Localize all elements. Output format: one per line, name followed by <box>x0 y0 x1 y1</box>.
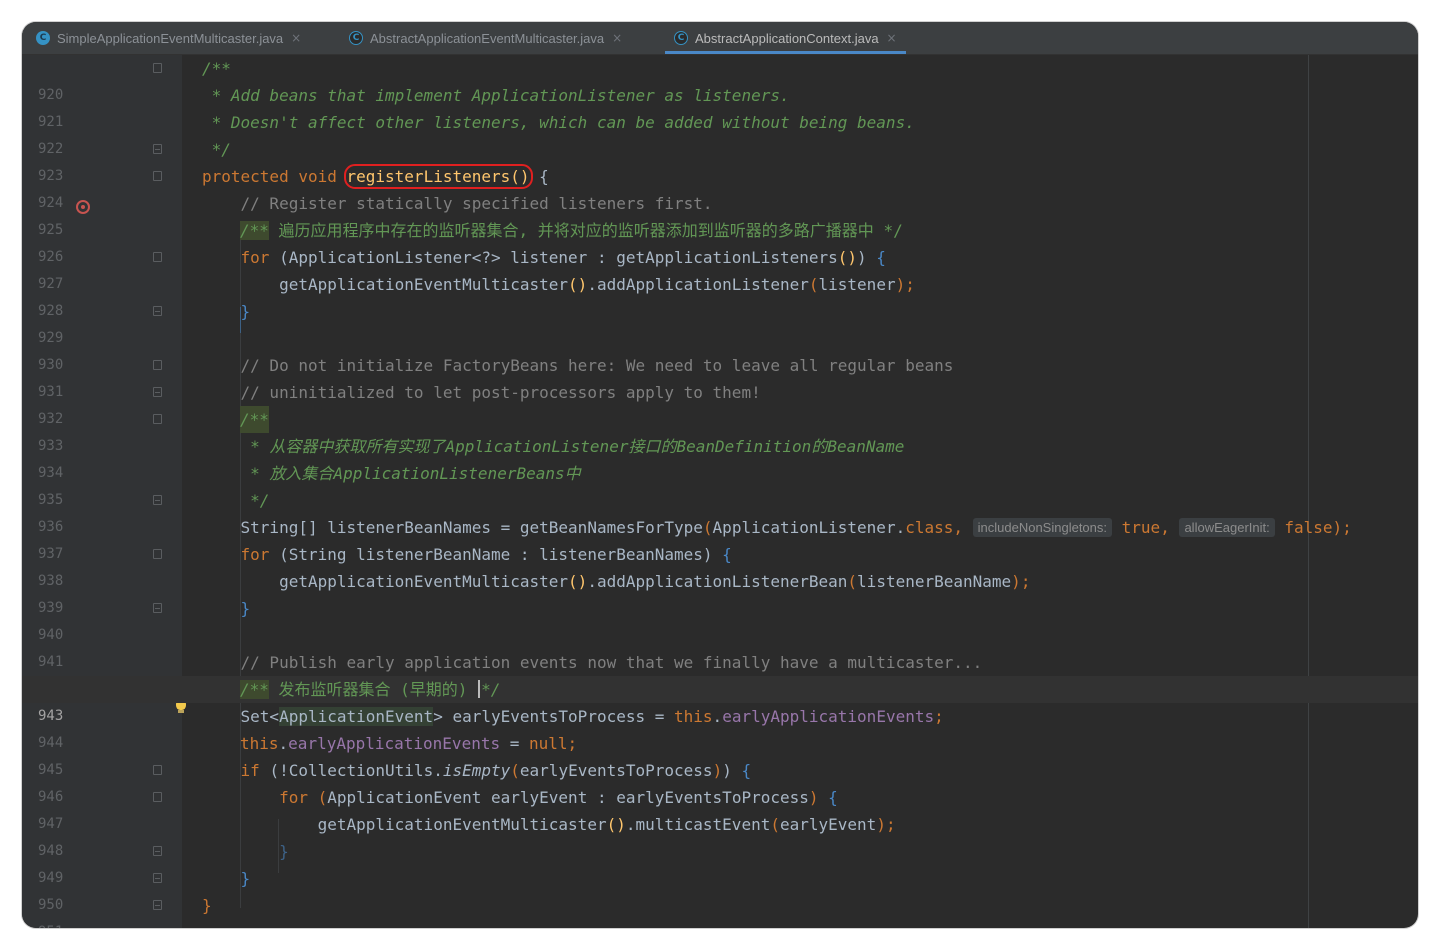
fold-marker-icon[interactable] <box>153 549 162 559</box>
tab-label: AbstractApplicationEventMulticaster.java <box>370 30 605 46</box>
editor-tab-bar: C SimpleApplicationEventMulticaster.java… <box>22 22 1418 55</box>
code-text: // Do not initialize FactoryBeans here: … <box>202 356 954 375</box>
fold-marker-icon[interactable] <box>153 792 162 802</box>
code-text: } <box>202 869 251 888</box>
code-line[interactable]: 934 * 从容器中获取所有实现了ApplicationListener接口的B… <box>22 433 1418 481</box>
tab-abstract-application-context[interactable]: C AbstractApplicationContext.java × <box>665 22 906 54</box>
fold-marker-icon[interactable] <box>153 387 162 397</box>
abstract-class-icon: C <box>349 31 363 45</box>
fold-marker-icon[interactable] <box>153 360 162 370</box>
code-text: protected void registerListeners() { <box>202 164 549 189</box>
code-line[interactable]: 923 */ <box>22 136 1418 184</box>
fold-marker-icon[interactable] <box>153 252 162 262</box>
highlighted-method-name: registerListeners() <box>343 164 533 189</box>
code-text: } <box>202 302 251 321</box>
fold-marker-icon[interactable] <box>153 900 162 910</box>
close-icon[interactable]: × <box>612 31 622 45</box>
code-text: /** <box>240 406 269 433</box>
text-caret <box>478 680 481 698</box>
code-text: getApplicationEventMulticaster().addAppl… <box>202 572 1031 591</box>
fold-marker-icon[interactable] <box>153 63 162 73</box>
code-line[interactable]: 949 } <box>22 838 1418 886</box>
code-line[interactable]: 948 getApplicationEventMulticaster().mul… <box>22 811 1418 859</box>
code-text: for (ApplicationListener<?> listener : g… <box>202 248 886 267</box>
code-line[interactable]: 936 */ <box>22 487 1418 535</box>
code-line[interactable]: 930 <box>22 325 1418 373</box>
code-line[interactable]: 924 protected void registerListeners() { <box>22 163 1418 211</box>
code-line[interactable]: 944 Set<ApplicationEvent> earlyEventsToP… <box>22 703 1418 751</box>
code-text: // uninitialized to let post-processors … <box>202 383 761 402</box>
fold-marker-icon[interactable] <box>153 495 162 505</box>
code-line[interactable]: 947 for (ApplicationEvent earlyEvent : e… <box>22 784 1418 832</box>
code-text: */ <box>202 491 270 510</box>
code-text: } <box>202 842 289 861</box>
code-text: // Register statically specified listene… <box>202 194 713 213</box>
tab-label: AbstractApplicationContext.java <box>695 30 879 46</box>
code-line[interactable]: 926 /** 遍历应用程序中存在的监听器集合, 并将对应的监听器添加到监听器的… <box>22 217 1418 265</box>
code-text: String[] listenerBeanNames = getBeanName… <box>202 518 1352 537</box>
code-text: for (ApplicationEvent earlyEvent : early… <box>202 788 838 807</box>
code-line[interactable]: 928 getApplicationEventMulticaster().add… <box>22 271 1418 319</box>
code-text: this.earlyApplicationEvents = null; <box>240 734 578 753</box>
code-text: /** 发布监听器集合 (早期的) */ <box>240 680 501 699</box>
code-text: * 从容器中获取所有实现了ApplicationListener接口的BeanD… <box>202 437 905 456</box>
code-text: getApplicationEventMulticaster().addAppl… <box>202 275 915 294</box>
fold-marker-icon[interactable] <box>153 846 162 856</box>
fold-marker-icon[interactable] <box>153 414 162 424</box>
line-number: 951 <box>38 919 68 928</box>
code-line[interactable]: 945 this.earlyApplicationEvents = null; <box>22 730 1418 778</box>
code-text: for (String listenerBeanName : listenerB… <box>202 545 732 564</box>
fold-marker-icon[interactable] <box>153 603 162 613</box>
code-text: if (!CollectionUtils.isEmpty(earlyEvents… <box>202 761 752 780</box>
code-text: /** 遍历应用程序中存在的监听器集合, 并将对应的监听器添加到监听器的多路广播… <box>240 221 903 240</box>
code-line[interactable]: 933 /** <box>22 406 1418 454</box>
code-text: /** <box>202 59 231 78</box>
code-line[interactable]: 951 } <box>22 892 1418 928</box>
code-line[interactable]: 920 /** <box>22 55 1418 103</box>
code-text: * Doesn't affect other listeners, which … <box>202 113 915 132</box>
code-text: getApplicationEventMulticaster().multica… <box>202 815 896 834</box>
fold-marker-icon[interactable] <box>153 306 162 316</box>
code-text: * Add beans that implement ApplicationLi… <box>202 86 790 105</box>
code-text: * 放入集合ApplicationListenerBeans中 <box>202 464 581 483</box>
code-text: */ <box>202 140 231 159</box>
code-line[interactable]: 938 for (String listenerBeanName : liste… <box>22 541 1418 589</box>
code-line[interactable]: 941 <box>22 622 1418 670</box>
fold-marker-icon[interactable] <box>153 873 162 883</box>
code-line[interactable]: 937 String[] listenerBeanNames = getBean… <box>22 514 1418 562</box>
code-line[interactable]: 927 for (ApplicationListener<?> listener… <box>22 244 1418 292</box>
tab-abstract-application-event-multicaster[interactable]: C AbstractApplicationEventMulticaster.ja… <box>349 22 622 54</box>
code-line[interactable]: 921 * Add beans that implement Applicati… <box>22 82 1418 130</box>
parameter-hint: allowEagerInit: <box>1179 518 1275 537</box>
tab-simple-application-event-multicaster[interactable]: C SimpleApplicationEventMulticaster.java… <box>36 22 301 54</box>
fold-marker-icon[interactable] <box>153 144 162 154</box>
fold-marker-icon[interactable] <box>153 171 162 181</box>
ide-window: C SimpleApplicationEventMulticaster.java… <box>22 22 1418 928</box>
code-line[interactable]: 922 * Doesn't affect other listeners, wh… <box>22 109 1418 157</box>
code-line[interactable]: 931 // Do not initialize FactoryBeans he… <box>22 352 1418 400</box>
close-icon[interactable]: × <box>291 31 301 45</box>
code-line[interactable]: 946 if (!CollectionUtils.isEmpty(earlyEv… <box>22 757 1418 805</box>
tab-label: SimpleApplicationEventMulticaster.java <box>57 30 284 46</box>
code-editor[interactable]: 920 /** 921 * Add beans that implement A… <box>22 55 1418 928</box>
code-line-current[interactable]: 943 /** 发布监听器集合 (早期的) */ <box>22 676 1418 724</box>
code-line[interactable]: 950 } <box>22 865 1418 913</box>
parameter-hint: includeNonSingletons: <box>972 518 1113 537</box>
code-text: } <box>202 896 212 915</box>
abstract-class-icon: C <box>674 31 688 45</box>
code-text: // Publish early application events now … <box>202 653 983 672</box>
code-line[interactable]: 940 } <box>22 595 1418 643</box>
class-icon: C <box>36 31 50 45</box>
code-line[interactable]: 929 } <box>22 298 1418 346</box>
close-icon[interactable]: × <box>887 31 897 45</box>
code-line[interactable]: 939 getApplicationEventMulticaster().add… <box>22 568 1418 616</box>
fold-marker-icon[interactable] <box>153 765 162 775</box>
code-text: Set<ApplicationEvent> earlyEventsToProce… <box>202 707 944 726</box>
code-text: } <box>202 599 251 618</box>
code-line[interactable]: 925 // Register statically specified lis… <box>22 190 1418 238</box>
code-line[interactable]: 942 // Publish early application events … <box>22 649 1418 697</box>
code-line[interactable]: 935 * 放入集合ApplicationListenerBeans中 <box>22 460 1418 508</box>
code-line[interactable]: 932 // uninitialized to let post-process… <box>22 379 1418 427</box>
